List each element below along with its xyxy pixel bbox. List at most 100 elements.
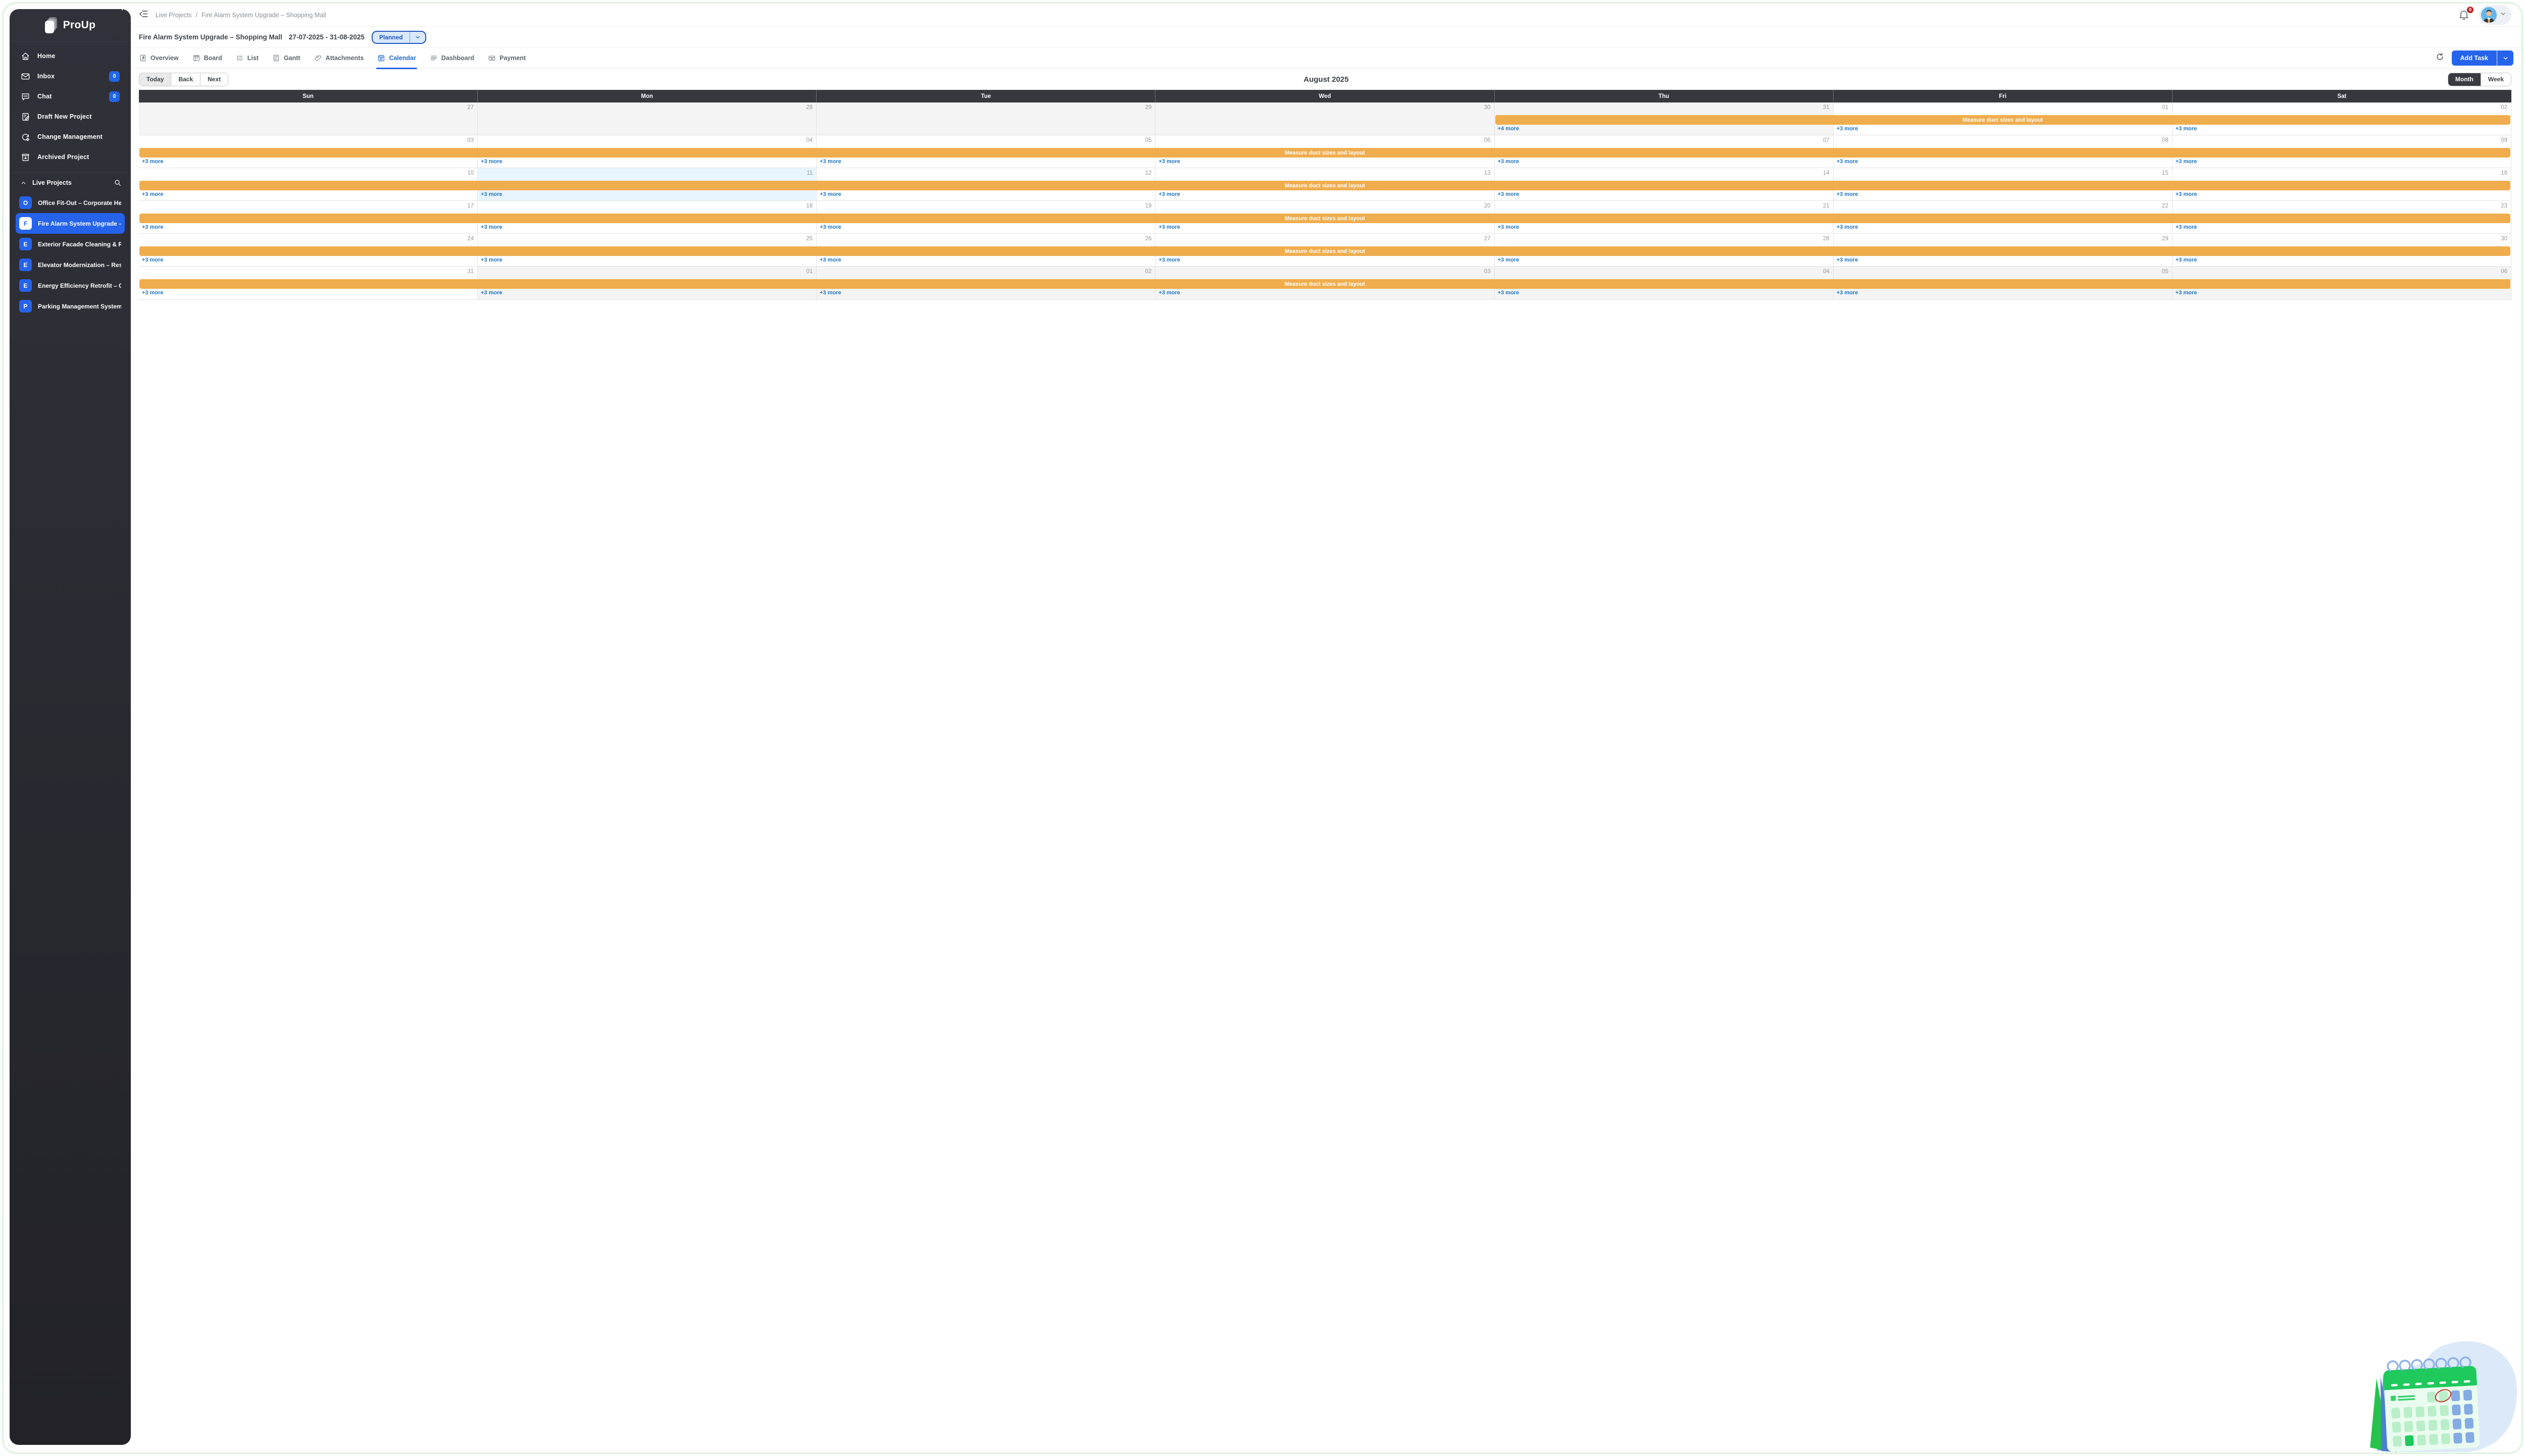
more-events-link[interactable]: +3 more (2176, 159, 2197, 165)
more-events-link[interactable]: +3 more (481, 191, 502, 197)
sidebar-item-label: Chat (37, 93, 52, 100)
breadcrumb-live-projects[interactable]: Live Projects (156, 12, 192, 19)
today-button[interactable]: Today (139, 73, 171, 86)
add-task-dropdown[interactable] (2497, 50, 2513, 66)
more-events-link[interactable]: +3 more (142, 224, 164, 230)
tab-list[interactable]: List (236, 48, 259, 69)
sidebar-collapse-icon[interactable] (139, 9, 148, 21)
more-events-link[interactable]: +3 more (142, 191, 164, 197)
tab-calendar[interactable]: Calendar (377, 48, 416, 69)
calendar-event-bar[interactable]: Measure duct sizes and layout (139, 279, 2510, 289)
more-events-link[interactable]: +3 more (1498, 191, 1520, 197)
more-events-link[interactable]: +3 more (1837, 224, 1858, 230)
more-events-link[interactable]: +3 more (820, 159, 841, 165)
tab-payment[interactable]: Payment (488, 48, 526, 69)
top-right-controls: 0 (2458, 5, 2511, 25)
back-button[interactable]: Back (171, 73, 200, 86)
add-task-button[interactable]: Add Task (2452, 50, 2497, 66)
sidebar-project-exterior-facade-cl[interactable]: E Exterior Facade Cleaning & Repa... (16, 234, 125, 254)
more-events-link[interactable]: +3 more (1498, 224, 1520, 230)
more-events-link[interactable]: +3 more (1498, 159, 1520, 165)
more-events-link[interactable]: +3 more (481, 224, 502, 230)
sidebar-item-archived-project[interactable]: Archived Project (16, 147, 124, 167)
calendar-day-cell[interactable]: 29 (817, 102, 1155, 135)
more-events-link[interactable]: +3 more (142, 290, 164, 296)
day-number: 21 (1823, 203, 1830, 209)
more-events-link[interactable]: +3 more (2176, 257, 2197, 263)
view-month-button[interactable]: Month (2448, 73, 2481, 86)
more-events-link[interactable]: +3 more (2176, 126, 2197, 132)
calendar-day-cell[interactable]: 30 (1155, 102, 1494, 135)
more-events-link[interactable]: +3 more (1837, 290, 1858, 296)
more-events-link[interactable]: +3 more (1158, 159, 1180, 165)
more-events-link[interactable]: +3 more (1837, 257, 1858, 263)
calendar-event-bar[interactable]: Measure duct sizes and layout (1495, 115, 2510, 125)
project-label: Exterior Facade Cleaning & Repa... (38, 241, 121, 248)
view-week-button[interactable]: Week (2481, 73, 2511, 86)
more-events-link[interactable]: +3 more (481, 257, 502, 263)
calendar-event-bar[interactable]: Measure duct sizes and layout (139, 214, 2510, 223)
refresh-button[interactable] (2436, 53, 2444, 64)
sidebar-item-inbox[interactable]: Inbox0 (16, 66, 124, 86)
more-events-link[interactable]: +3 more (481, 159, 502, 165)
more-events-link[interactable]: +3 more (820, 191, 841, 197)
sidebar-project-parking-management[interactable]: P Parking Management System In... (16, 296, 125, 317)
more-events-link[interactable]: +3 more (1837, 159, 1858, 165)
more-events-link[interactable]: +3 more (1158, 257, 1180, 263)
day-number: 27 (467, 105, 474, 111)
sidebar-item-home[interactable]: Home (16, 46, 124, 66)
tab-attachments[interactable]: Attachments (314, 48, 364, 69)
tab-board[interactable]: Board (192, 48, 222, 69)
more-events-link[interactable]: +3 more (1158, 191, 1180, 197)
calendar-day-cell[interactable]: 28 (478, 102, 817, 135)
day-number: 18 (806, 203, 813, 209)
search-icon[interactable] (114, 179, 122, 187)
sidebar-project-energy-efficiency[interactable]: E Energy Efficiency Retrofit – Offic... (16, 275, 125, 296)
calendar-event-bar[interactable]: Measure duct sizes and layout (139, 148, 2510, 158)
chat-icon (21, 92, 30, 101)
more-events-link[interactable]: +3 more (2176, 224, 2197, 230)
more-events-link[interactable]: +3 more (1498, 257, 1520, 263)
list-icon (236, 54, 244, 62)
more-events-link[interactable]: +3 more (1837, 126, 1858, 132)
sidebar-item-chat[interactable]: Chat0 (16, 86, 124, 107)
day-number: 08 (2162, 137, 2168, 143)
status-dropdown[interactable]: Planned (372, 31, 426, 44)
calendar-month-title: August 2025 (1303, 75, 1348, 84)
calendar-event-bar[interactable]: Measure duct sizes and layout (139, 181, 2510, 190)
sidebar-section-live-projects[interactable]: Live Projects (10, 174, 131, 191)
day-header-tue: Tue (817, 90, 1155, 102)
day-number: 29 (2162, 236, 2168, 242)
calendar-day-cell[interactable]: 27 (139, 102, 478, 135)
status-label: Planned (373, 34, 410, 41)
calendar-event-bar[interactable]: Measure duct sizes and layout (139, 246, 2510, 256)
notifications-button[interactable]: 0 (2458, 9, 2471, 22)
more-events-link[interactable]: +3 more (820, 224, 841, 230)
sidebar-project-fire-alarm-system[interactable]: F Fire Alarm System Upgrade – Sh... (16, 213, 125, 234)
sidebar-item-label: Archived Project (37, 153, 89, 161)
more-events-link[interactable]: +3 more (481, 290, 502, 296)
payment-icon (488, 54, 496, 62)
more-events-link[interactable]: +3 more (142, 159, 164, 165)
sidebar-item-change-management[interactable]: Change Management (16, 127, 124, 147)
sidebar-item-draft-new-project[interactable]: Draft New Project (16, 107, 124, 127)
user-menu[interactable] (2479, 5, 2511, 25)
sidebar-project-office-fit-out-c[interactable]: O Office Fit-Out – Corporate Head... (16, 192, 125, 213)
tab-overview[interactable]: Overview (139, 48, 179, 69)
more-events-link[interactable]: +3 more (2176, 290, 2197, 296)
next-button[interactable]: Next (200, 73, 228, 86)
tab-dashboard[interactable]: Dashboard (430, 48, 474, 69)
day-number: 27 (1484, 236, 1491, 242)
event-label: Measure duct sizes and layout (1285, 216, 1365, 222)
more-events-link[interactable]: +3 more (1498, 290, 1520, 296)
more-events-link[interactable]: +3 more (820, 257, 841, 263)
tab-gantt[interactable]: Gantt (272, 48, 300, 69)
sidebar-project-elevator-moderniza[interactable]: E Elevator Modernization – Reside... (16, 254, 125, 275)
more-events-link[interactable]: +3 more (820, 290, 841, 296)
more-events-link[interactable]: +4 more (1498, 126, 1520, 132)
more-events-link[interactable]: +3 more (142, 257, 164, 263)
more-events-link[interactable]: +3 more (2176, 191, 2197, 197)
more-events-link[interactable]: +3 more (1158, 224, 1180, 230)
more-events-link[interactable]: +3 more (1158, 290, 1180, 296)
more-events-link[interactable]: +3 more (1837, 191, 1858, 197)
